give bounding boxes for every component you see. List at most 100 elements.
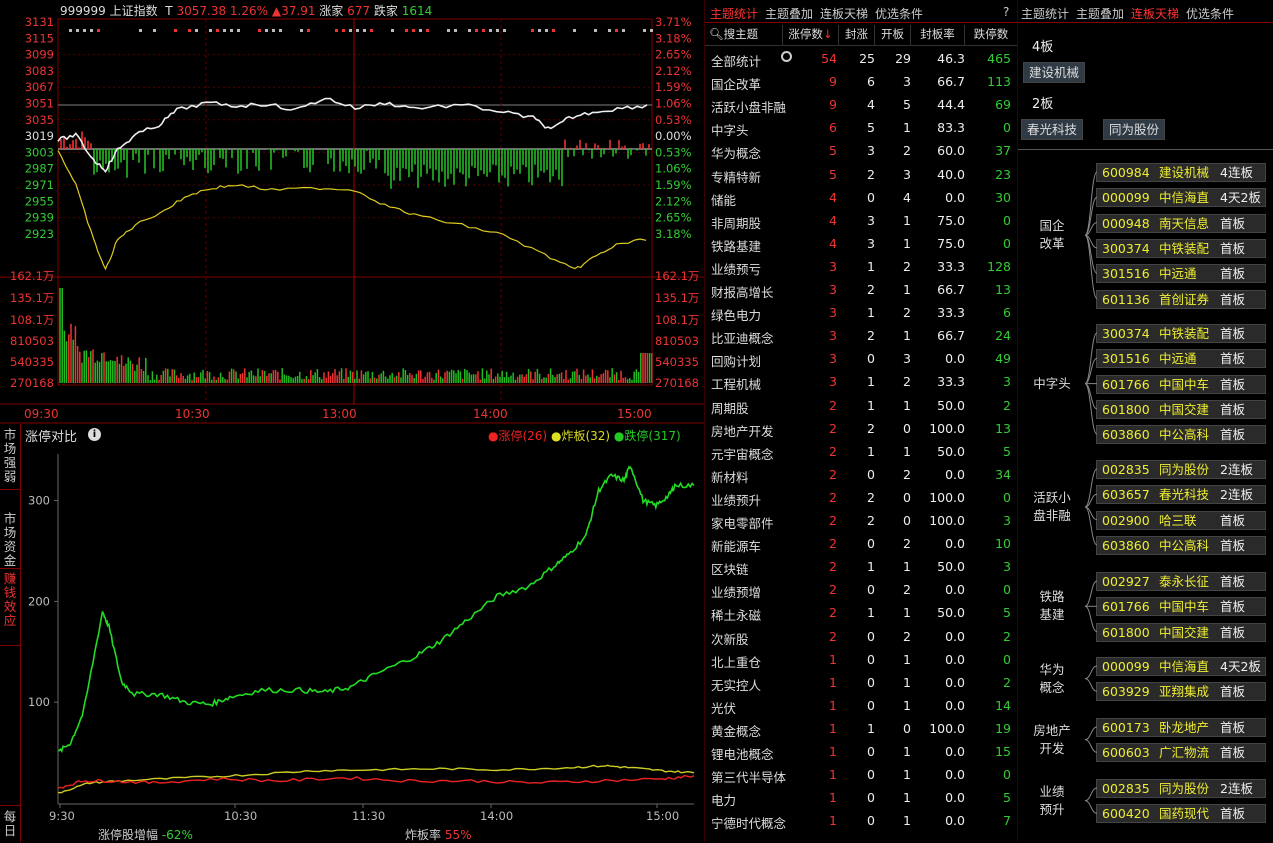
theme-row[interactable]: 元宇宙概念 2 1 1 50.0 5 (705, 440, 1017, 463)
sealed-count: 0 (867, 674, 875, 690)
col-opened[interactable]: 开板 (875, 25, 911, 45)
stock-chip[interactable]: 601136 首创证券 首板 (1096, 289, 1266, 309)
theme-name: 财报高增长 (711, 285, 774, 300)
theme-row[interactable]: 绿色电力 3 1 2 33.3 6 (705, 301, 1017, 324)
stock-chip[interactable]: 002900 哈三联 首板 (1096, 510, 1266, 530)
theme-row[interactable]: 工程机械 3 1 2 33.3 3 (705, 370, 1017, 393)
stock-chip[interactable]: 601766 中国中车 首板 (1096, 374, 1266, 394)
pct-axis-label: 1.06% (655, 97, 692, 111)
theme-row[interactable]: 非周期股 4 3 1 75.0 0 (705, 209, 1017, 232)
limit-up-count: 2 (829, 628, 837, 644)
col-sealed[interactable]: 封涨 (839, 25, 875, 45)
info-icon[interactable]: i (88, 428, 101, 441)
total-row[interactable]: 全部统计 54 25 29 46.3 465 (705, 47, 1017, 70)
theme-row[interactable]: 锂电池概念 1 0 1 0.0 15 (705, 740, 1017, 763)
stock-chip[interactable]: 603860 中公高科 首板 (1096, 425, 1266, 445)
limit-up-count: 2 (829, 489, 837, 505)
ladder-stock-button[interactable]: 春光科技 (1021, 119, 1084, 140)
theme-row[interactable]: 华为概念 5 3 2 60.0 37 (705, 139, 1017, 162)
stock-chip[interactable]: 000099 中信海直 4天2板 (1096, 188, 1266, 208)
stock-chip[interactable]: 600984 建设机械 4连板 (1096, 163, 1266, 182)
tab-filter[interactable]: 优选条件 (875, 5, 923, 22)
total-circle-icon[interactable] (781, 51, 792, 62)
limit-up-count: 2 (829, 513, 837, 528)
stock-chip[interactable]: 603657 春光科技 2连板 (1096, 485, 1266, 505)
stock-chip[interactable]: 603860 中公高科 首板 (1096, 535, 1266, 555)
theme-row[interactable]: 新材料 2 0 2 0.0 34 (705, 463, 1017, 486)
side-tab-daily[interactable]: 每日 (1, 810, 19, 838)
theme-row[interactable]: 财报高增长 3 2 1 66.7 13 (705, 278, 1017, 301)
theme-row[interactable]: 新能源车 2 0 2 0.0 10 (705, 532, 1017, 555)
theme-row[interactable]: 稀土永磁 2 1 1 50.0 5 (705, 601, 1017, 624)
theme-search-input[interactable]: 🔍︎搜主题 (705, 25, 783, 45)
theme-row[interactable]: 周期股 2 1 1 50.0 2 (705, 394, 1017, 417)
theme-row[interactable]: 业绩预增 2 0 2 0.0 0 (705, 578, 1017, 601)
theme-row[interactable]: 宁德时代概念 1 0 1 0.0 7 (705, 809, 1017, 832)
stock-chip[interactable]: 000948 南天信息 首板 (1096, 213, 1266, 233)
stock-chip[interactable]: 300374 中铁装配 首板 (1096, 324, 1266, 343)
tab-limit-ladder-r[interactable]: 连板天梯 (1131, 5, 1179, 22)
stock-chip[interactable]: 002927 泰永长征 首板 (1096, 572, 1266, 591)
tab-theme-stats-r[interactable]: 主题统计 (1021, 5, 1069, 22)
stock-chip[interactable]: 601766 中国中车 首板 (1096, 597, 1266, 617)
theme-row[interactable]: 储能 4 0 4 0.0 30 (705, 186, 1017, 209)
col-seal-rate[interactable]: 封板率 (911, 25, 965, 45)
theme-row[interactable]: 铁路基建 4 3 1 75.0 0 (705, 232, 1017, 255)
theme-row[interactable]: 电力 1 0 1 0.0 5 (705, 786, 1017, 809)
intraday-chart[interactable]: 3131 3.71% 3115 3.18% 3099 2.65% 3083 2.12% 3067… (0, 0, 704, 424)
theme-row[interactable]: 国企改革 9 6 3 66.7 113 (705, 70, 1017, 93)
theme-row[interactable]: 业绩预亏 3 1 2 33.3 128 (705, 255, 1017, 278)
theme-row[interactable]: 业绩预升 2 2 0 100.0 0 (705, 486, 1017, 509)
tab-theme-stats[interactable]: 主题统计 (710, 5, 758, 22)
theme-row[interactable]: 第三代半导体 1 0 1 0.0 0 (705, 763, 1017, 786)
theme-row[interactable]: 次新股 2 0 2 0.0 2 (705, 625, 1017, 648)
stock-chip[interactable]: 301516 中远通 首板 (1096, 349, 1266, 369)
event-marker (188, 29, 191, 32)
side-tab-market-strength[interactable]: 市场强弱 (1, 428, 19, 484)
theme-row[interactable]: 房地产开发 2 2 0 100.0 13 (705, 417, 1017, 440)
theme-row[interactable]: 回购计划 3 0 3 0.0 49 (705, 347, 1017, 370)
theme-row[interactable]: 活跃小盘非融 9 4 5 44.4 69 (705, 93, 1017, 116)
theme-row[interactable]: 区块链 2 1 1 50.0 3 (705, 555, 1017, 578)
opened-count: 0 (903, 720, 911, 736)
theme-row[interactable]: 北上重仓 1 0 1 0.0 0 (705, 648, 1017, 671)
theme-row[interactable]: 家电零部件 2 2 0 100.0 3 (705, 509, 1017, 532)
stock-chip[interactable]: 300374 中铁装配 首板 (1096, 238, 1266, 258)
theme-row[interactable]: 黄金概念 1 1 0 100.0 19 (705, 717, 1017, 740)
tab-theme-overlay-r[interactable]: 主题叠加 (1076, 5, 1124, 22)
theme-row[interactable]: 光伏 1 0 1 0.0 14 (705, 694, 1017, 717)
stock-chip[interactable]: 601800 中国交建 首板 (1096, 622, 1266, 642)
theme-row[interactable]: 比亚迪概念 3 2 1 66.7 24 (705, 324, 1017, 347)
stock-chip[interactable]: 002835 同为股份 2连板 (1096, 779, 1266, 798)
help-icon[interactable]: ? (1003, 5, 1009, 19)
limit-down-count: 37 (995, 143, 1011, 159)
theme-row[interactable]: 专精特新 5 2 3 40.0 23 (705, 163, 1017, 186)
event-marker (237, 29, 240, 32)
theme-row[interactable]: 无实控人 1 0 1 0.0 2 (705, 671, 1017, 694)
stock-chip[interactable]: 600173 卧龙地产 首板 (1096, 718, 1266, 737)
tab-filter-r[interactable]: 优选条件 (1186, 5, 1234, 22)
stock-chip[interactable]: 600603 广汇物流 首板 (1096, 743, 1266, 763)
stock-chip[interactable]: 002835 同为股份 2连板 (1096, 460, 1266, 479)
tab-limit-ladder[interactable]: 连板天梯 (820, 5, 868, 22)
board-tag: 首板 (1220, 806, 1246, 822)
stock-name: 同为股份 (1159, 462, 1210, 477)
stock-chip[interactable]: 000099 中信海直 4天2板 (1096, 657, 1266, 676)
theme-row[interactable]: 中字头 6 5 1 83.3 0 (705, 116, 1017, 139)
event-marker (608, 29, 611, 32)
stock-chip[interactable]: 600420 国药现代 首板 (1096, 804, 1266, 824)
sealed-count: 3 (867, 212, 875, 228)
stock-chip[interactable]: 601800 中国交建 首板 (1096, 399, 1266, 419)
pct-axis-label: 2.12% (655, 194, 692, 208)
ladder-stock-button[interactable]: 同为股份 (1103, 119, 1166, 140)
stock-chip[interactable]: 603929 亚翔集成 首板 (1096, 682, 1266, 702)
tab-theme-overlay[interactable]: 主题叠加 (765, 5, 813, 22)
side-tab-market-funds[interactable]: 市场资金 (1, 512, 19, 568)
side-tab-profit-effect[interactable]: 赚钱效应 (1, 572, 19, 628)
event-marker (426, 29, 429, 32)
ladder-stock-button[interactable]: 建设机械 (1023, 62, 1086, 83)
stock-chip[interactable]: 301516 中远通 首板 (1096, 264, 1266, 284)
col-limit-up[interactable]: 涨停数↓ (783, 25, 839, 45)
col-limit-down[interactable]: 跌停数 (965, 25, 1017, 45)
sealed-count: 2 (867, 328, 875, 344)
